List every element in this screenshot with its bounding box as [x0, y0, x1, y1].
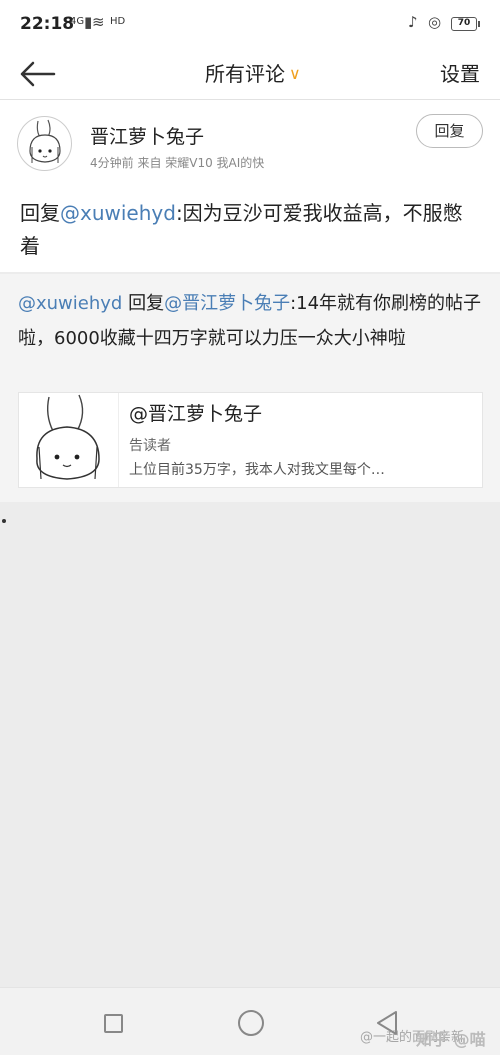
network-type: 4G — [70, 16, 85, 27]
preview-description: 上位目前35万字，我本人对我文里每个… — [129, 462, 385, 478]
quoted-target-link[interactable]: @晋江萝卜兔子 — [164, 293, 290, 314]
link-preview-card[interactable]: @晋江萝卜兔子 告读者 上位目前35万字，我本人对我文里每个… — [18, 392, 483, 488]
alarm-icon: ◎ — [428, 13, 442, 31]
preview-subtitle: 告读者 — [129, 438, 171, 454]
preview-thumbnail — [19, 393, 119, 487]
wifi-label: HD — [110, 16, 126, 27]
chevron-down-icon: ∨ — [289, 64, 301, 83]
comment-text: 回复@xuwiehyd:因为豆沙可爱我收益高，不服憋着 — [20, 197, 480, 263]
recent-apps-icon[interactable] — [104, 1014, 123, 1033]
avatar[interactable] — [17, 116, 72, 171]
comment-filter-dropdown[interactable]: 所有评论 ∨ — [205, 58, 301, 87]
mention-link[interactable]: @xuwiehyd — [60, 201, 176, 225]
comment-meta: 4分钟前 来自 荣耀V10 我AI的快 — [90, 156, 265, 170]
mute-icon: ♪ — [408, 13, 418, 31]
nav-title: 所有评论 — [205, 62, 285, 86]
status-bar: 22:18 4G ▮ ≋ HD ♪ ◎ 70 — [0, 0, 500, 50]
quoted-comment: @xuwiehyd 回复@晋江萝卜兔子:14年就有你刷榜的帖子啦，6000收藏十… — [0, 274, 500, 502]
top-navbar: 所有评论 ∨ 设置 — [0, 50, 500, 100]
comment-author[interactable]: 晋江萝卜兔子 — [90, 122, 204, 149]
reply-prefix: 回复 — [20, 201, 60, 225]
wifi-icon: ≋ — [92, 13, 105, 31]
quoted-reply-word: 回复 — [122, 293, 165, 314]
quoted-user-link[interactable]: @xuwiehyd — [18, 293, 122, 314]
home-icon[interactable] — [238, 1010, 264, 1036]
quoted-text: @xuwiehyd 回复@晋江萝卜兔子:14年就有你刷榜的帖子啦，6000收藏十… — [18, 286, 488, 356]
stray-dot — [2, 519, 6, 523]
preview-title: @晋江萝卜兔子 — [129, 403, 263, 425]
comment-card: 晋江萝卜兔子 4分钟前 来自 荣耀V10 我AI的快 回复 回复@xuwiehy… — [0, 100, 500, 272]
battery-indicator: 70 — [451, 17, 480, 31]
watermark-main: 知乎 @喵喵喵 — [416, 1030, 486, 1055]
status-time: 22:18 — [20, 14, 75, 34]
settings-button[interactable]: 设置 — [440, 58, 480, 87]
back-arrow-icon[interactable] — [18, 59, 58, 89]
reply-button[interactable]: 回复 — [416, 114, 483, 148]
